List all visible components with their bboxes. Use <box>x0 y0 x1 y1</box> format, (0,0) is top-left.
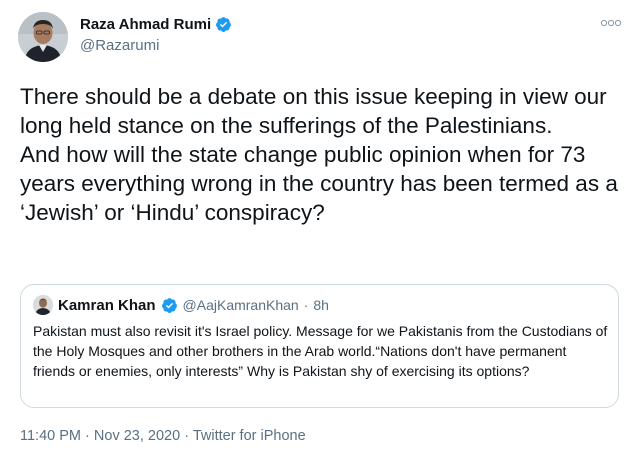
footer-separator: · <box>85 428 90 444</box>
quoted-tweet-text: Pakistan must also revisit it's Israel p… <box>33 323 608 379</box>
author-name-row[interactable]: Raza Ahmad Rumi <box>80 16 232 33</box>
tweet-text: There should be a debate on this issue k… <box>20 84 618 225</box>
tweet-header: Raza Ahmad Rumi @Razarumi <box>18 12 622 66</box>
author-avatar-image <box>18 12 68 62</box>
author-display-name[interactable]: Raza Ahmad Rumi <box>80 16 211 33</box>
author-names: Raza Ahmad Rumi @Razarumi <box>80 16 232 54</box>
tweet-time[interactable]: 11:40 PM <box>20 428 81 444</box>
quoted-author-handle: @AajKamranKhan <box>182 297 299 313</box>
quoted-author-avatar <box>33 295 53 315</box>
quoted-meta-separator: · <box>303 297 309 313</box>
quoted-author-name: Kamran Khan <box>58 296 156 314</box>
author-handle[interactable]: @Razarumi <box>80 37 232 54</box>
more-options-icon[interactable] <box>600 16 622 30</box>
author-avatar[interactable] <box>18 12 68 62</box>
verified-badge-icon <box>161 297 177 313</box>
quoted-tweet[interactable]: Kamran Khan @AajKamranKhan · 8h Pakistan… <box>20 284 619 408</box>
quoted-tweet-age: 8h <box>313 297 329 313</box>
tweet-source[interactable]: Twitter for iPhone <box>193 428 306 444</box>
verified-badge-icon <box>216 17 232 32</box>
quoted-tweet-header: Kamran Khan @AajKamranKhan · 8h <box>33 295 329 315</box>
tweet-card: Raza Ahmad Rumi @Razarumi There should b… <box>0 0 640 462</box>
tweet-footer: 11:40 PM · Nov 23, 2020 · Twitter for iP… <box>20 428 306 444</box>
tweet-date[interactable]: Nov 23, 2020 <box>94 428 180 444</box>
footer-separator: · <box>184 428 190 444</box>
